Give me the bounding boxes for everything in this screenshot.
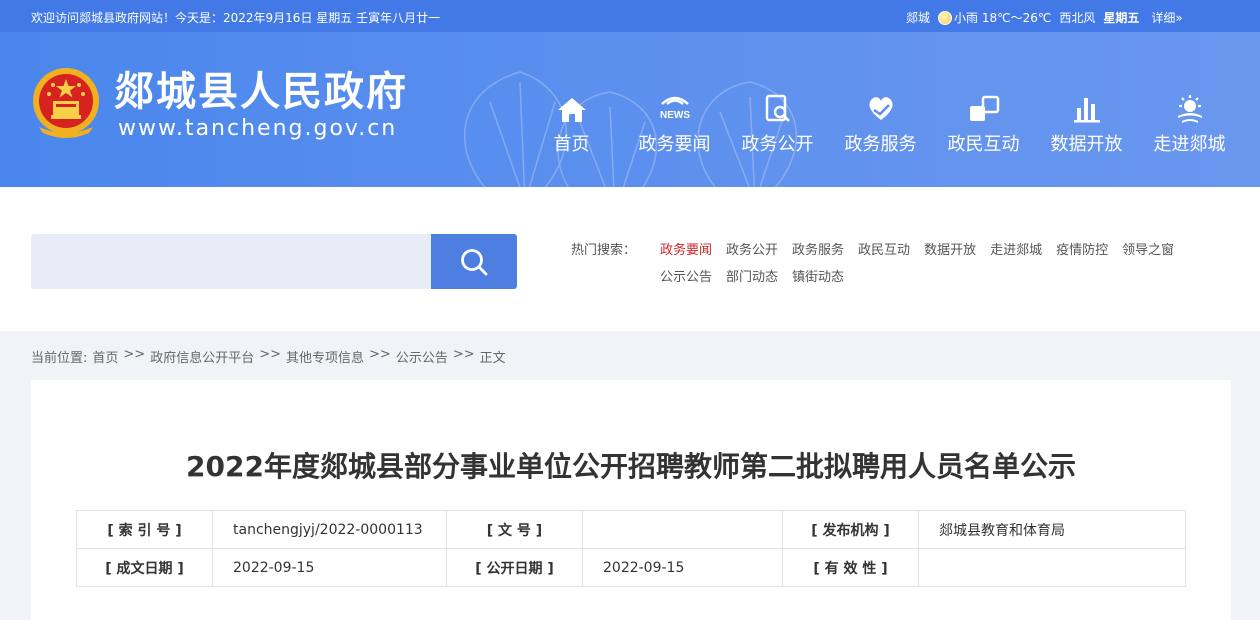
weather-wind: 西北风 bbox=[1059, 11, 1096, 25]
nav-open-data-label: 数据开放 bbox=[1050, 134, 1123, 155]
table-row: [ 索 引 号 ] tanchengjyj/2022-0000113 [ 文 号… bbox=[76, 510, 1186, 549]
search-band: 热门搜索： 政务要闻 政务公开 政务服务 政民互动 数据开放 走进郯城 疫情防控… bbox=[0, 187, 1260, 331]
meta-publisher-value: 郯城县教育和体育局 bbox=[918, 510, 1186, 549]
breadcrumb-home[interactable]: 首页 bbox=[92, 347, 118, 366]
meta-published-value: 2022-09-15 bbox=[582, 548, 783, 587]
breadcrumb-separator: >> bbox=[259, 347, 282, 362]
breadcrumb-announcements[interactable]: 公示公告 bbox=[396, 347, 448, 366]
meta-publisher-key: [ 发布机构 ] bbox=[782, 510, 919, 549]
meta-index-key: [ 索 引 号 ] bbox=[76, 510, 213, 549]
nav-about-tancheng[interactable]: 走进郯城 bbox=[1138, 90, 1241, 156]
nav-news[interactable]: NEWS 政务要闻 bbox=[623, 90, 726, 156]
hot-link-open-data[interactable]: 数据开放 bbox=[924, 239, 976, 266]
nav-home[interactable]: 首页 bbox=[520, 90, 623, 156]
weather-desc: 小雨 18℃～26℃ bbox=[954, 11, 1052, 25]
hot-link-interaction[interactable]: 政民互动 bbox=[858, 239, 910, 266]
meta-validity-key: [ 有 效 性 ] bbox=[782, 548, 919, 587]
weather-rain-icon bbox=[938, 10, 953, 25]
hot-link-announcements[interactable]: 公示公告 bbox=[660, 266, 712, 293]
nav-services[interactable]: 政务服务 bbox=[829, 90, 932, 156]
nav-open-government[interactable]: 政务公开 bbox=[726, 90, 829, 156]
news-icon: NEWS bbox=[660, 96, 690, 121]
nav-about-tancheng-label: 走进郯城 bbox=[1153, 134, 1226, 155]
article-panel: 2022年度郯城县部分事业单位公开招聘教师第二批拟聘用人员名单公示 [ 索 引 … bbox=[31, 380, 1231, 620]
svg-text:NEWS: NEWS bbox=[660, 110, 690, 121]
nav-interaction-label: 政民互动 bbox=[947, 134, 1020, 155]
breadcrumb-separator: >> bbox=[123, 347, 146, 362]
breadcrumb: 当前位置: 首页 >> 政府信息公开平台 >> 其他专项信息 >> 公示公告 >… bbox=[31, 347, 506, 366]
nav-services-label: 政务服务 bbox=[844, 134, 917, 155]
weather-sun-icon bbox=[1177, 95, 1202, 123]
hot-search: 热门搜索： 政务要闻 政务公开 政务服务 政民互动 数据开放 走进郯城 疫情防控… bbox=[571, 239, 1188, 293]
hot-link-about[interactable]: 走进郯城 bbox=[990, 239, 1042, 266]
home-icon bbox=[557, 98, 586, 122]
heart-hand-icon bbox=[868, 97, 893, 120]
nav-interaction[interactable]: 政民互动 bbox=[932, 90, 1035, 156]
hot-link-epidemic[interactable]: 疫情防控 bbox=[1056, 239, 1108, 266]
search-icon bbox=[461, 248, 488, 275]
site-header: 郯城县人民政府 www.tancheng.gov.cn 首页 NEWS 政务要闻 bbox=[0, 32, 1260, 187]
search-input[interactable] bbox=[31, 234, 431, 289]
hot-link-leaders[interactable]: 领导之窗 bbox=[1122, 239, 1174, 266]
meta-docno-key: [ 文 号 ] bbox=[446, 510, 583, 549]
breadcrumb-separator: >> bbox=[369, 347, 391, 362]
weather-city: 郯城 bbox=[906, 11, 931, 25]
meta-index-value: tanchengjyj/2022-0000113 bbox=[212, 510, 447, 549]
nav-open-data[interactable]: 数据开放 bbox=[1035, 90, 1138, 156]
nav-open-government-label: 政务公开 bbox=[741, 134, 814, 155]
hot-link-town-news[interactable]: 镇街动态 bbox=[792, 266, 844, 293]
hot-link-open-government[interactable]: 政务公开 bbox=[726, 239, 778, 266]
hot-link-department-news[interactable]: 部门动态 bbox=[726, 266, 778, 293]
meta-created-key: [ 成文日期 ] bbox=[76, 548, 213, 587]
search-button[interactable] bbox=[431, 234, 517, 289]
breadcrumb-info-platform[interactable]: 政府信息公开平台 bbox=[150, 347, 254, 366]
hot-link-news[interactable]: 政务要闻 bbox=[660, 239, 712, 266]
meta-published-key: [ 公开日期 ] bbox=[446, 548, 583, 587]
nav-home-label: 首页 bbox=[553, 134, 590, 155]
welcome-text: 欢迎访问郯城县政府网站！今天是：2022年9月16日 星期五 壬寅年八月廿一 bbox=[31, 11, 441, 25]
document-search-icon bbox=[765, 94, 790, 122]
site-url: www.tancheng.gov.cn bbox=[118, 116, 398, 141]
nav-news-label: 政务要闻 bbox=[638, 134, 711, 155]
weather-widget: 郯城 小雨 18℃～26℃ 西北风 星期五 详细» bbox=[906, 9, 1183, 26]
meta-validity-value bbox=[918, 548, 1186, 587]
hot-link-services[interactable]: 政务服务 bbox=[792, 239, 844, 266]
hot-search-label: 热门搜索： bbox=[571, 243, 637, 258]
breadcrumb-special-info[interactable]: 其他专项信息 bbox=[286, 347, 364, 366]
top-bar: 欢迎访问郯城县政府网站！今天是：2022年9月16日 星期五 壬寅年八月廿一 郯… bbox=[0, 0, 1260, 32]
meta-created-value: 2022-09-15 bbox=[212, 548, 447, 587]
weather-day: 星期五 bbox=[1103, 11, 1140, 25]
site-title: 郯城县人民政府 bbox=[114, 69, 408, 115]
meta-docno-value bbox=[582, 510, 783, 549]
article-title: 2022年度郯城县部分事业单位公开招聘教师第二批拟聘用人员名单公示 bbox=[186, 450, 1076, 483]
weather-more-link[interactable]: 详细» bbox=[1151, 9, 1182, 26]
national-emblem-logo bbox=[33, 68, 99, 138]
table-row: [ 成文日期 ] 2022-09-15 [ 公开日期 ] 2022-09-15 … bbox=[76, 548, 1186, 587]
breadcrumb-separator: >> bbox=[452, 347, 475, 362]
article-meta-table: [ 索 引 号 ] tanchengjyj/2022-0000113 [ 文 号… bbox=[76, 510, 1186, 587]
interaction-icon bbox=[969, 95, 999, 121]
breadcrumb-current: 正文 bbox=[479, 351, 506, 366]
main-nav: 首页 NEWS 政务要闻 政务公开 政务服务 政民互动 数据开放 走进郯城 bbox=[520, 90, 1241, 156]
breadcrumb-prefix: 当前位置: bbox=[31, 351, 88, 366]
bar-chart-icon bbox=[1073, 98, 1100, 123]
